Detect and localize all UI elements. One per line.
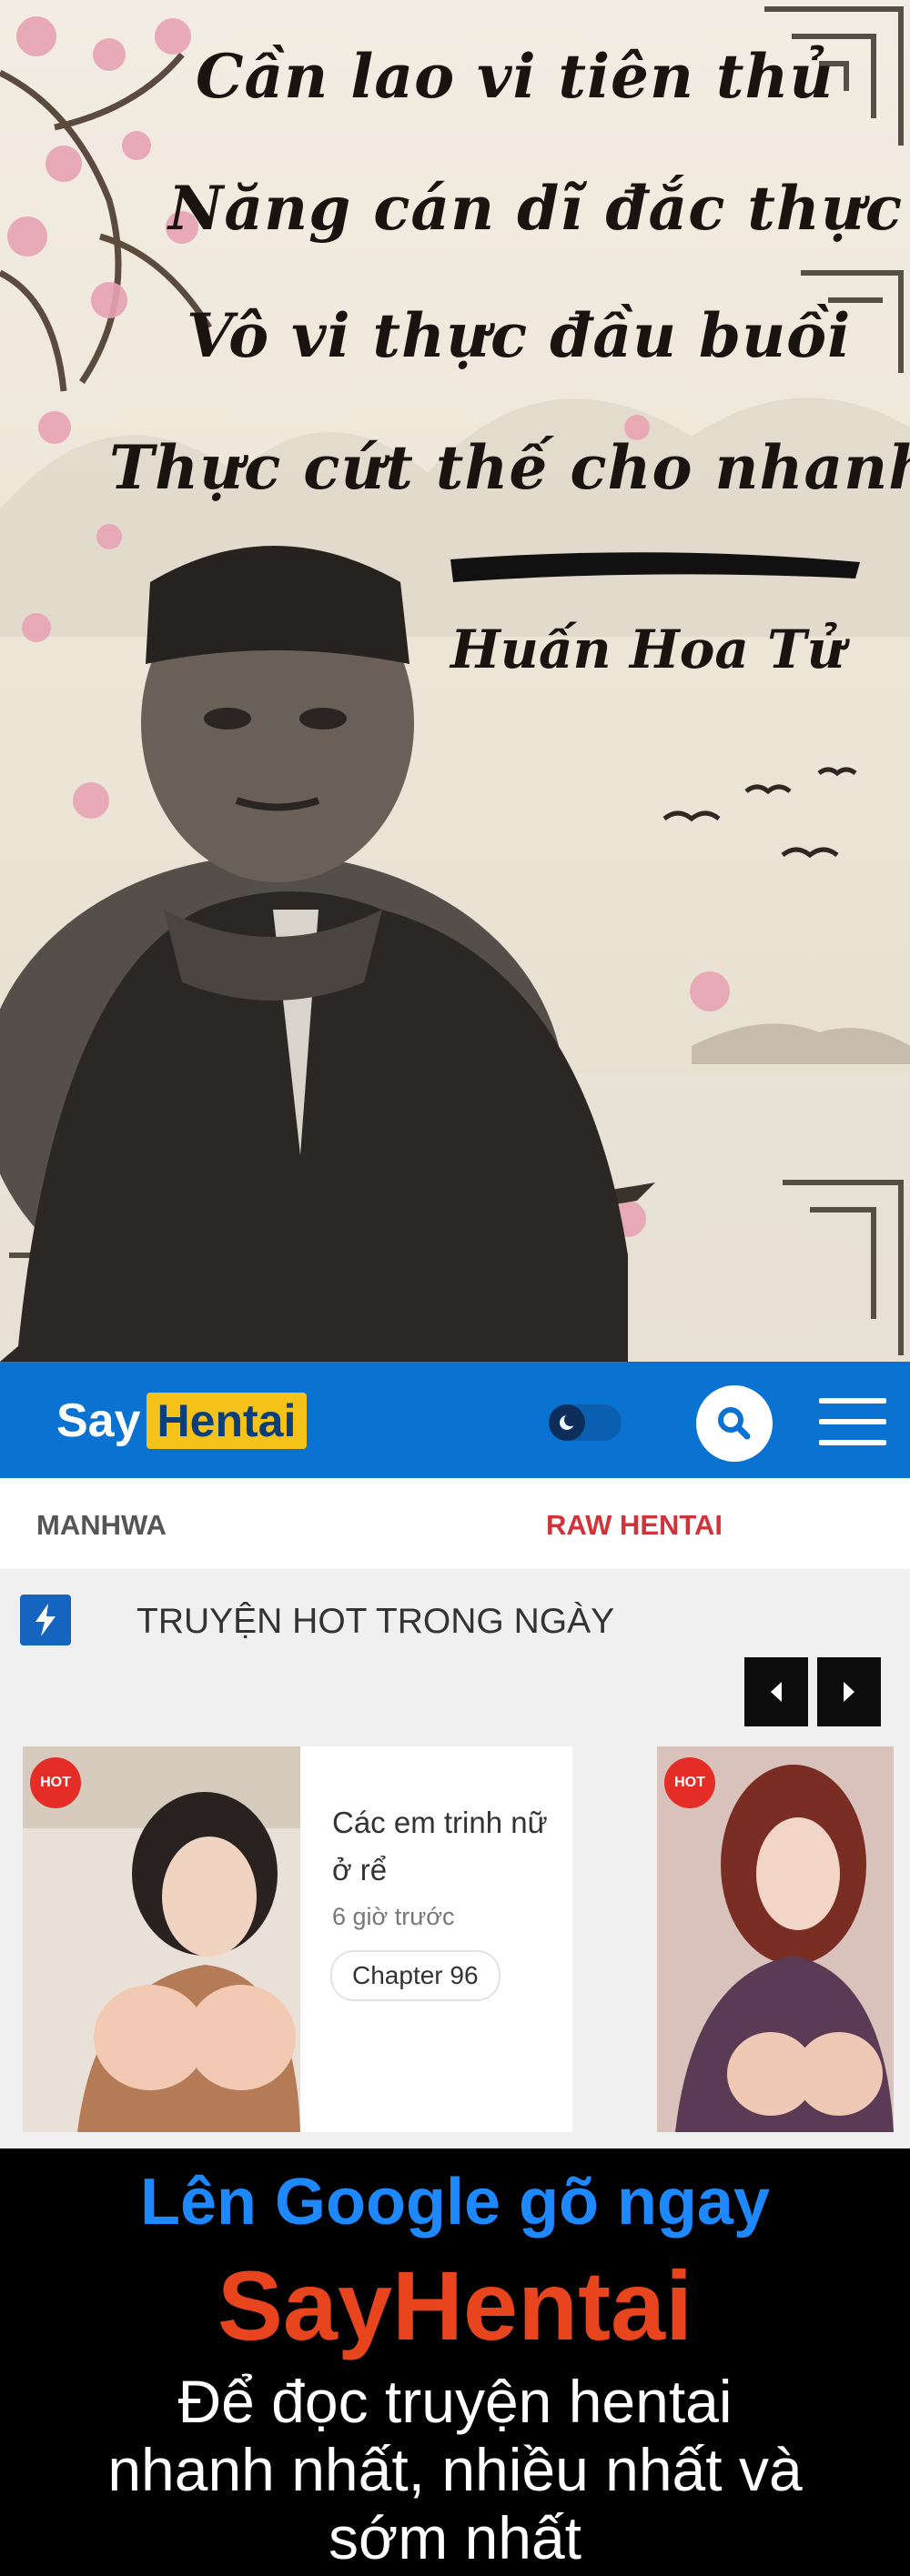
category-tabs: MANHWA RAW HENTAI (0, 1478, 910, 1569)
hot-badge: HOT (30, 1757, 81, 1808)
poem-line: Năng cán dĩ đắc thực (168, 173, 904, 244)
logo-hentai-text: Hentai (146, 1393, 308, 1449)
logo-say-text: Say (56, 1394, 141, 1447)
section-title: TRUYỆN HOT TRONG NGÀY (136, 1602, 615, 1641)
arrow-right-icon (844, 1682, 854, 1702)
carousel-next-button[interactable] (817, 1657, 881, 1726)
meme-image: Cần lao vi tiên thủ Năng cán dĩ đắc thực… (0, 0, 910, 1362)
carousel-prev-button[interactable] (744, 1657, 808, 1726)
search-button[interactable] (696, 1385, 773, 1462)
promo-line: Lên Google gõ ngay (139, 2166, 770, 2239)
promo-line: Để đọc truyện hentai (177, 2368, 733, 2435)
comic-title[interactable]: Các em trinh nữ ở rể (332, 1799, 551, 1894)
tab-raw-hentai[interactable]: RAW HENTAI (546, 1509, 723, 1542)
promo-brand: SayHentai (217, 2250, 693, 2360)
arrow-left-icon (771, 1682, 782, 1702)
theme-toggle[interactable] (549, 1404, 622, 1441)
comic-update-time: 6 giờ trước (332, 1903, 455, 1930)
promo-banner: Lên Google gõ ngay SayHentai Để đọc truy… (0, 2148, 910, 2576)
site-screenshot: Say Hentai MANHWA RAW HENTAI TRUYỆN HOT … (0, 1362, 910, 2148)
promo-line: sớm nhất (328, 2504, 582, 2571)
chapter-button[interactable]: Chapter 96 (330, 1950, 500, 2001)
promo-line: nhanh nhất, nhiều nhất và (107, 2436, 803, 2503)
comic-card[interactable]: HOT Các em trinh nữ ở rể 6 giờ trước Cha… (23, 1746, 572, 2132)
hot-badge: HOT (664, 1757, 715, 1808)
moon-icon (549, 1404, 585, 1441)
comic-thumbnail[interactable]: HOT (23, 1746, 300, 2132)
signature: Huấn Hoa Tử (450, 619, 845, 680)
poem-line: Cần lao vi tiên thủ (196, 41, 834, 112)
tab-manhwa[interactable]: MANHWA (36, 1509, 167, 1542)
bolt-icon (20, 1595, 71, 1645)
site-header: Say Hentai (0, 1362, 910, 1478)
site-logo[interactable]: Say Hentai (56, 1389, 308, 1453)
search-icon (718, 1407, 751, 1440)
poem-line: Thực cứt thế cho nhanh (109, 432, 910, 503)
poem-line: Vô vi thực đầu buồi (187, 300, 852, 371)
comic-card[interactable]: HOT (657, 1746, 894, 2132)
section-header: TRUYỆN HOT TRONG NGÀY (0, 1587, 910, 1660)
hamburger-menu-icon[interactable] (819, 1398, 886, 1451)
